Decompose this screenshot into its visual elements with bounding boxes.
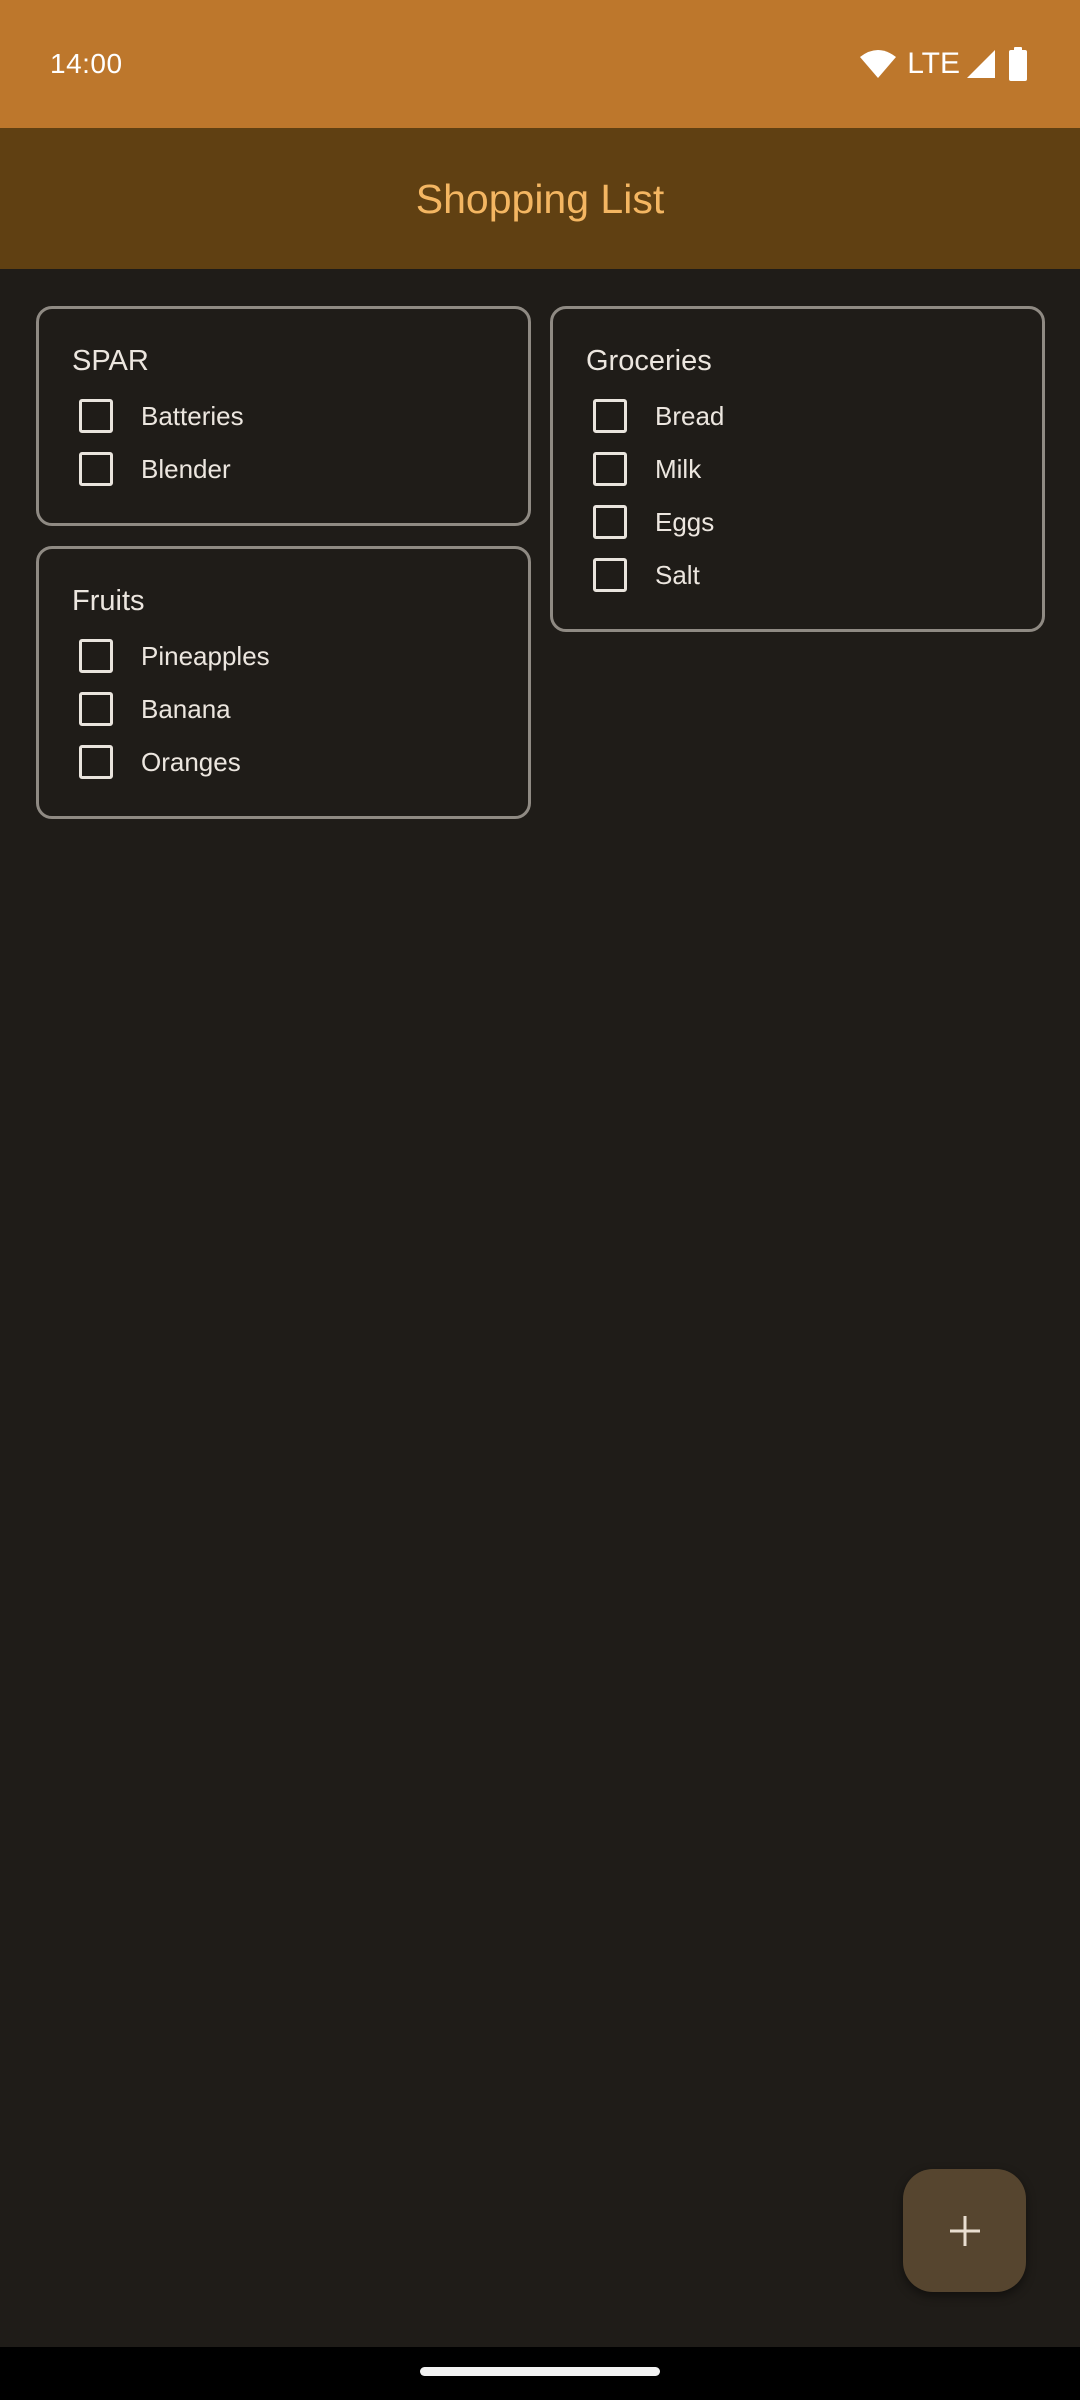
- list-item[interactable]: Salt: [553, 548, 1042, 601]
- list-item[interactable]: Pineapples: [39, 629, 528, 682]
- list-item[interactable]: Oranges: [39, 735, 528, 788]
- plus-icon: [948, 2214, 982, 2248]
- wifi-icon: [859, 49, 897, 79]
- item-label: Batteries: [141, 400, 244, 431]
- list-item[interactable]: Milk: [553, 442, 1042, 495]
- item-label: Oranges: [141, 746, 241, 777]
- status-bar: 14:00 LTE: [0, 0, 1080, 128]
- item-checkbox[interactable]: [79, 398, 113, 433]
- item-label: Blender: [141, 453, 231, 484]
- left-column: SPAR Batteries Blender Fruits Pineapples…: [36, 306, 531, 839]
- list-item[interactable]: Blender: [39, 442, 528, 495]
- home-indicator[interactable]: [420, 2367, 660, 2376]
- item-label: Eggs: [655, 506, 715, 537]
- item-checkbox[interactable]: [79, 691, 113, 726]
- list-item[interactable]: Bread: [553, 389, 1042, 442]
- navigation-bar: [0, 2347, 1080, 2400]
- item-checkbox[interactable]: [593, 557, 627, 592]
- item-checkbox[interactable]: [593, 504, 627, 539]
- item-checkbox[interactable]: [593, 398, 627, 433]
- list-item[interactable]: Batteries: [39, 389, 528, 442]
- battery-icon: [1008, 47, 1028, 81]
- item-label: Salt: [655, 559, 700, 590]
- item-checkbox[interactable]: [79, 744, 113, 779]
- list-item[interactable]: Eggs: [553, 495, 1042, 548]
- status-time: 14:00: [50, 48, 123, 79]
- item-label: Milk: [655, 453, 702, 484]
- list-item[interactable]: Banana: [39, 682, 528, 735]
- add-list-button[interactable]: [903, 2169, 1026, 2292]
- item-label: Bread: [655, 400, 725, 431]
- app-bar: Shopping List: [0, 128, 1080, 269]
- list-card-spar[interactable]: SPAR Batteries Blender: [36, 306, 531, 526]
- item-checkbox[interactable]: [79, 451, 113, 486]
- item-checkbox[interactable]: [593, 451, 627, 486]
- cell-signal-icon: [966, 49, 996, 79]
- list-card-groceries[interactable]: Groceries Bread Milk Eggs Salt: [550, 306, 1045, 632]
- list-title: Groceries: [586, 345, 712, 377]
- item-checkbox[interactable]: [79, 638, 113, 673]
- list-card-fruits[interactable]: Fruits Pineapples Banana Oranges: [36, 546, 531, 819]
- status-icons: LTE: [859, 44, 1028, 84]
- network-type: LTE: [907, 47, 960, 80]
- right-column: Groceries Bread Milk Eggs Salt: [550, 306, 1045, 652]
- page-title: Shopping List: [415, 175, 665, 222]
- item-label: Banana: [141, 693, 231, 724]
- item-label: Pineapples: [141, 640, 270, 671]
- list-title: Fruits: [72, 585, 145, 617]
- list-title: SPAR: [72, 345, 149, 377]
